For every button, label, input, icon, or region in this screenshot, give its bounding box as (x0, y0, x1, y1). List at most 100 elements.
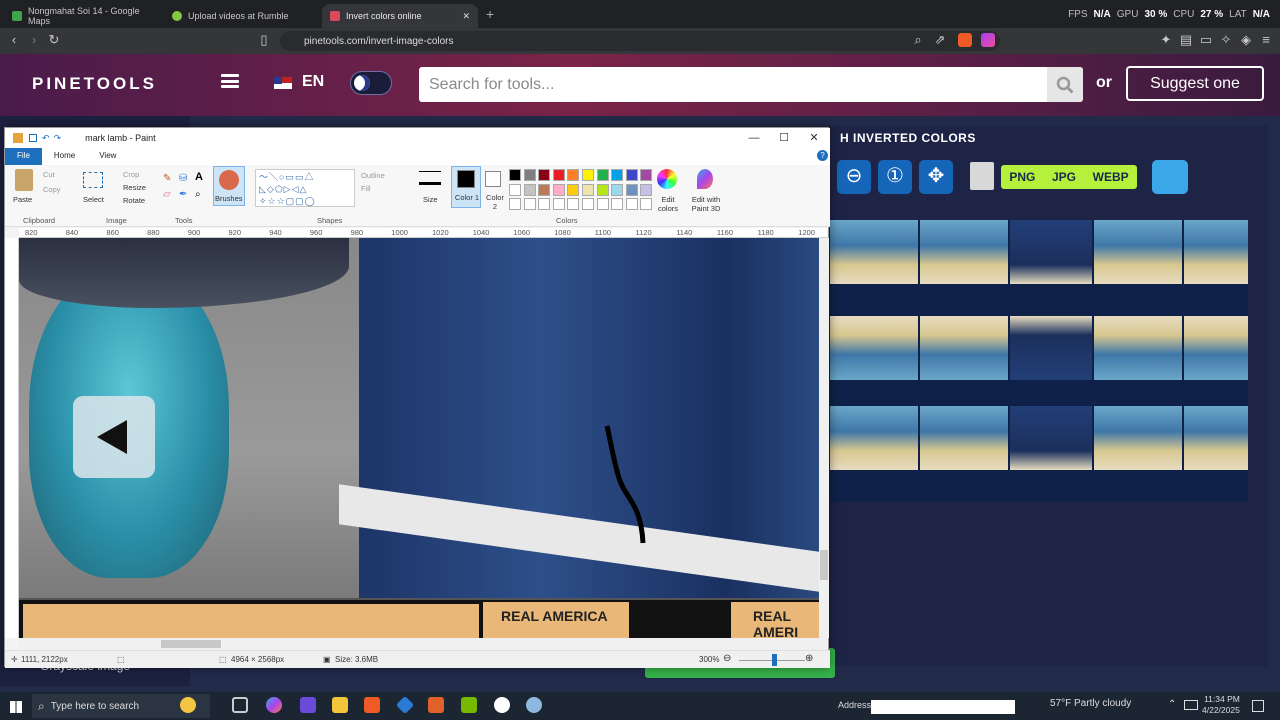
us-flag-icon[interactable] (274, 77, 292, 89)
palette-custom-swatch[interactable] (611, 198, 624, 210)
palette-swatch[interactable] (582, 183, 594, 196)
text-icon[interactable]: A (195, 171, 203, 183)
tab-rumble[interactable]: Upload videos at Rumble (164, 4, 324, 28)
palette-swatch[interactable] (625, 169, 638, 181)
pencil-icon[interactable]: ✎ (163, 173, 171, 184)
vertical-scroll-thumb[interactable] (820, 550, 828, 580)
palette-swatch[interactable] (640, 169, 653, 181)
file-explorer-icon[interactable] (332, 697, 348, 713)
palette-custom-swatch[interactable] (596, 198, 609, 210)
move-icon[interactable]: ✥ (919, 160, 953, 194)
horizontal-scrollbar[interactable] (19, 638, 827, 650)
palette-swatch[interactable] (567, 169, 580, 181)
edit-colors-button[interactable]: Edit colors (655, 195, 681, 213)
eraser-icon[interactable]: ▱ (163, 189, 171, 200)
task-view-icon[interactable] (232, 697, 248, 713)
site-logo[interactable]: PINETOOLS (32, 74, 157, 94)
tab-view[interactable]: View (87, 148, 128, 165)
extensions-icon[interactable]: ✦ (1158, 32, 1174, 48)
rotate-button[interactable]: Rotate (123, 196, 145, 205)
crop-button[interactable]: Crop (123, 170, 139, 179)
copilot-icon[interactable] (266, 697, 282, 713)
vertical-scrollbar[interactable] (819, 238, 829, 638)
media-player-icon[interactable] (494, 697, 510, 713)
palette-custom-swatch[interactable] (582, 198, 594, 210)
magnifier-icon[interactable]: ⌕ (195, 189, 201, 200)
address-toolbar-input[interactable] (871, 700, 1015, 714)
edit-colors-icon[interactable] (657, 169, 677, 189)
back-icon[interactable]: ‹ (6, 32, 22, 48)
zoom-reset-icon[interactable]: ① (878, 160, 912, 194)
size-icon[interactable] (419, 171, 441, 185)
quick-save-icon[interactable] (29, 134, 37, 142)
tab-invert-colors[interactable]: Invert colors online ✕ (322, 4, 478, 28)
hamburger-menu-icon[interactable] (221, 74, 239, 88)
vpn-icon[interactable]: ◈ (1238, 32, 1254, 48)
menu-icon[interactable]: ≡ (1258, 32, 1274, 48)
language-selector[interactable]: EN (302, 73, 324, 91)
select-button[interactable]: Select (83, 195, 104, 204)
save-icon[interactable] (970, 162, 994, 190)
palette-swatch[interactable] (611, 183, 624, 196)
resize-button[interactable]: Resize (123, 183, 146, 192)
copy-icon[interactable] (1152, 160, 1188, 194)
palette-swatch[interactable] (640, 183, 653, 196)
palette-swatch[interactable] (596, 169, 609, 181)
cut-button[interactable]: Cut (43, 170, 55, 179)
keyboard-icon[interactable] (1184, 700, 1198, 710)
sidebar-icon[interactable]: ▤ (1178, 32, 1194, 48)
paste-icon[interactable] (15, 169, 33, 191)
app-icon-2[interactable] (428, 697, 444, 713)
palette-custom-swatch[interactable] (523, 198, 536, 210)
brave-icon[interactable] (364, 697, 380, 713)
weather-widget[interactable]: 57°F Partly cloudy (1050, 698, 1131, 709)
reload-icon[interactable]: ↻ (46, 32, 62, 48)
horizontal-scroll-thumb[interactable] (161, 640, 221, 648)
tab-home[interactable]: Home (42, 148, 87, 165)
notifications-icon[interactable] (1252, 700, 1264, 712)
clock[interactable]: 11:34 PM 4/22/2025 (1202, 694, 1240, 716)
forward-icon[interactable]: › (26, 32, 42, 48)
size-button[interactable]: Size (423, 195, 438, 204)
edit-paint3d-button[interactable]: Edit with Paint 3D (689, 195, 723, 213)
dark-mode-toggle[interactable] (350, 71, 392, 95)
shapes-gallery[interactable]: 〜╲○▭▭△ ◺◇⬠▷◁△ ✧☆☆▢▢◯ (255, 169, 355, 207)
select-icon[interactable] (83, 172, 103, 188)
brushes-button[interactable]: Brushes (213, 166, 245, 206)
palette-swatch[interactable] (596, 183, 609, 196)
palette-custom-swatch[interactable] (538, 198, 551, 210)
palette-swatch[interactable] (538, 169, 551, 181)
windows-start-icon[interactable] (10, 701, 22, 713)
app-icon[interactable] (300, 697, 316, 713)
zoom-out-icon[interactable]: ⊖ (837, 160, 871, 194)
wallet-icon[interactable]: ▭ (1198, 32, 1214, 48)
brave-shield-icon[interactable] (958, 33, 972, 47)
minimize-icon[interactable]: — (739, 128, 769, 148)
new-tab-button[interactable]: + (486, 6, 494, 22)
paint-taskbar-icon[interactable] (526, 697, 542, 713)
tab-google-maps[interactable]: Nongmahat Soi 14 - Google Maps (4, 4, 164, 28)
webp-button[interactable]: WEBP (1093, 170, 1129, 184)
tool-search-input[interactable]: Search for tools... (419, 67, 1083, 102)
paint-canvas[interactable]: REAL AMERICA REAL AMERI (19, 238, 819, 638)
undo-icon[interactable]: ↶ (42, 133, 50, 144)
palette-swatch[interactable] (567, 183, 580, 196)
jpg-button[interactable]: JPG (1052, 170, 1076, 184)
nvidia-icon[interactable] (461, 697, 477, 713)
leo-icon[interactable] (981, 33, 995, 47)
zoom-out-icon[interactable]: ⊖ (723, 653, 731, 664)
zoom-icon[interactable]: ⌕ (910, 32, 926, 48)
color-picker-icon[interactable]: ✒ (179, 189, 187, 200)
zoom-in-icon[interactable]: ⊕ (805, 653, 813, 664)
help-icon[interactable]: ? (817, 150, 828, 161)
palette-swatch[interactable] (523, 169, 536, 181)
suggest-button[interactable]: Suggest one (1126, 66, 1264, 101)
search-button[interactable] (1047, 67, 1083, 102)
palette-swatch[interactable] (582, 169, 594, 181)
chevron-up-icon[interactable]: ⌃ (1168, 699, 1176, 710)
fill-button[interactable]: Fill (361, 184, 371, 193)
palette-custom-swatch[interactable] (640, 198, 653, 210)
palette-swatch[interactable] (523, 183, 536, 196)
copilot-sparkle-icon[interactable] (180, 697, 196, 713)
palette-swatch[interactable] (625, 183, 638, 196)
